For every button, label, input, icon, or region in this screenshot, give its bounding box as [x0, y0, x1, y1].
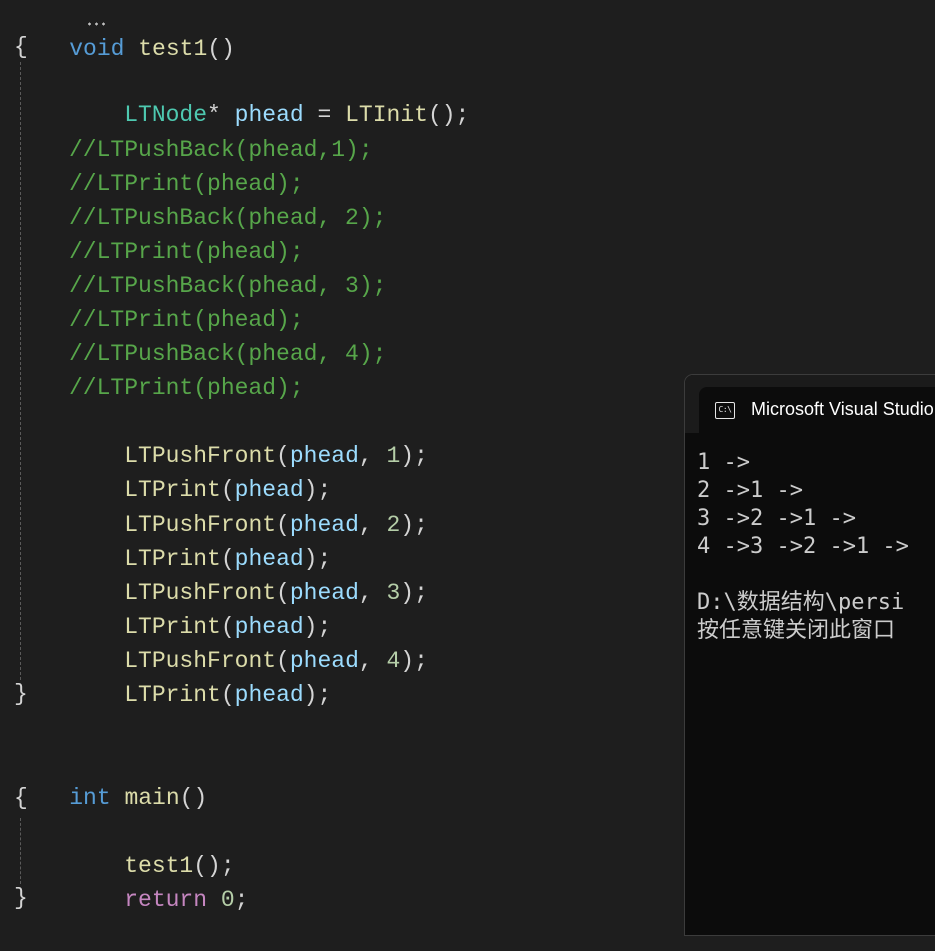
paren-close: );: [400, 443, 428, 469]
paren-close: );: [400, 512, 428, 538]
argument: phead: [234, 682, 304, 708]
code-line-comment[interactable]: //LTPrint(phead);: [69, 235, 304, 269]
function-name: LTPrint: [124, 682, 221, 708]
code-line-call[interactable]: LTPushFront(phead, 3);: [69, 542, 428, 606]
code-line-brace-close[interactable]: }: [14, 881, 28, 915]
number-literal: 0: [220, 887, 235, 913]
code-line-main-header[interactable]: int main(): [14, 747, 207, 811]
intellisense-dots-icon: [86, 22, 108, 26]
parens: (): [207, 36, 235, 62]
indent-guide: [20, 62, 21, 680]
number-literal: 2: [386, 512, 401, 538]
function-name: main: [124, 785, 180, 811]
function-name: LTInit: [345, 102, 428, 128]
code-line-comment[interactable]: //LTPushBack(phead, 3);: [69, 269, 386, 303]
call-tail: ();: [427, 102, 470, 128]
code-line-call[interactable]: test1();: [69, 815, 234, 879]
code-line-comment[interactable]: //LTPushBack(phead,1);: [69, 133, 373, 167]
code-line-comment[interactable]: //LTPrint(phead);: [69, 303, 304, 337]
console-titlebar[interactable]: C:\ Microsoft Visual Studio: [685, 375, 935, 433]
code-line-brace-open[interactable]: {: [14, 781, 28, 815]
paren-close: );: [400, 648, 428, 674]
separator: ,: [358, 512, 387, 538]
code-line-call[interactable]: LTPrint(phead);: [69, 644, 331, 708]
console-window[interactable]: C:\ Microsoft Visual Studio 1 -> 2 ->1 -…: [684, 374, 935, 936]
console-title: Microsoft Visual Studio: [751, 399, 934, 419]
code-line-call[interactable]: LTPushFront(phead, 2);: [69, 474, 428, 538]
separator: ,: [358, 443, 387, 469]
console-icon: C:\: [715, 402, 735, 419]
code-line-call[interactable]: LTPrint(phead);: [69, 439, 331, 503]
console-line: 4 ->3 ->2 ->1 ->: [697, 534, 909, 559]
code-line-function-header[interactable]: void test1(): [14, 0, 235, 62]
console-tab[interactable]: C:\ Microsoft Visual Studio: [699, 387, 935, 433]
console-line: 2 ->1 ->: [697, 478, 803, 503]
variable: phead: [234, 102, 304, 128]
equals: =: [317, 102, 332, 128]
code-line-call[interactable]: LTPrint(phead);: [69, 576, 331, 640]
code-line-brace-close[interactable]: }: [14, 677, 28, 711]
code-line-call[interactable]: LTPrint(phead);: [69, 508, 331, 572]
number-literal: 1: [386, 443, 401, 469]
keyword: void: [69, 36, 125, 62]
number-literal: 3: [386, 580, 401, 606]
keyword: return: [124, 887, 208, 913]
type-name: LTNode: [124, 102, 208, 128]
code-line-brace-open[interactable]: {: [14, 30, 28, 64]
code-line-comment[interactable]: //LTPrint(phead);: [69, 371, 304, 405]
code-line-return[interactable]: return 0;: [69, 849, 248, 913]
paren-open: (: [220, 682, 235, 708]
code-line-comment[interactable]: //LTPrint(phead);: [69, 167, 304, 201]
console-output[interactable]: 1 -> 2 ->1 -> 3 ->2 ->1 -> 4 ->3 ->2 ->1…: [697, 449, 909, 645]
code-line-comment[interactable]: //LTPushBack(phead, 2);: [69, 201, 386, 235]
console-line: 1 ->: [697, 450, 750, 475]
console-line: 按任意键关闭此窗口: [697, 618, 896, 643]
console-line: D:\数据结构\persi: [697, 590, 905, 615]
pointer-star: *: [207, 102, 221, 128]
code-line-call[interactable]: LTPushFront(phead, 1);: [69, 405, 428, 469]
number-literal: 4: [386, 648, 401, 674]
parens: (): [179, 785, 208, 811]
separator: ,: [358, 648, 387, 674]
function-name: test1: [138, 36, 208, 62]
separator: ,: [358, 580, 387, 606]
code-line-call[interactable]: LTPushFront(phead, 4);: [69, 610, 428, 674]
keyword: int: [69, 785, 111, 811]
semicolon: ;: [234, 887, 249, 913]
paren-close: );: [400, 580, 428, 606]
code-line-comment[interactable]: //LTPushBack(phead, 4);: [69, 337, 386, 371]
console-line: 3 ->2 ->1 ->: [697, 506, 856, 531]
paren-close: );: [303, 682, 332, 708]
code-line-declaration[interactable]: LTNode* phead = LTInit();: [69, 64, 469, 128]
